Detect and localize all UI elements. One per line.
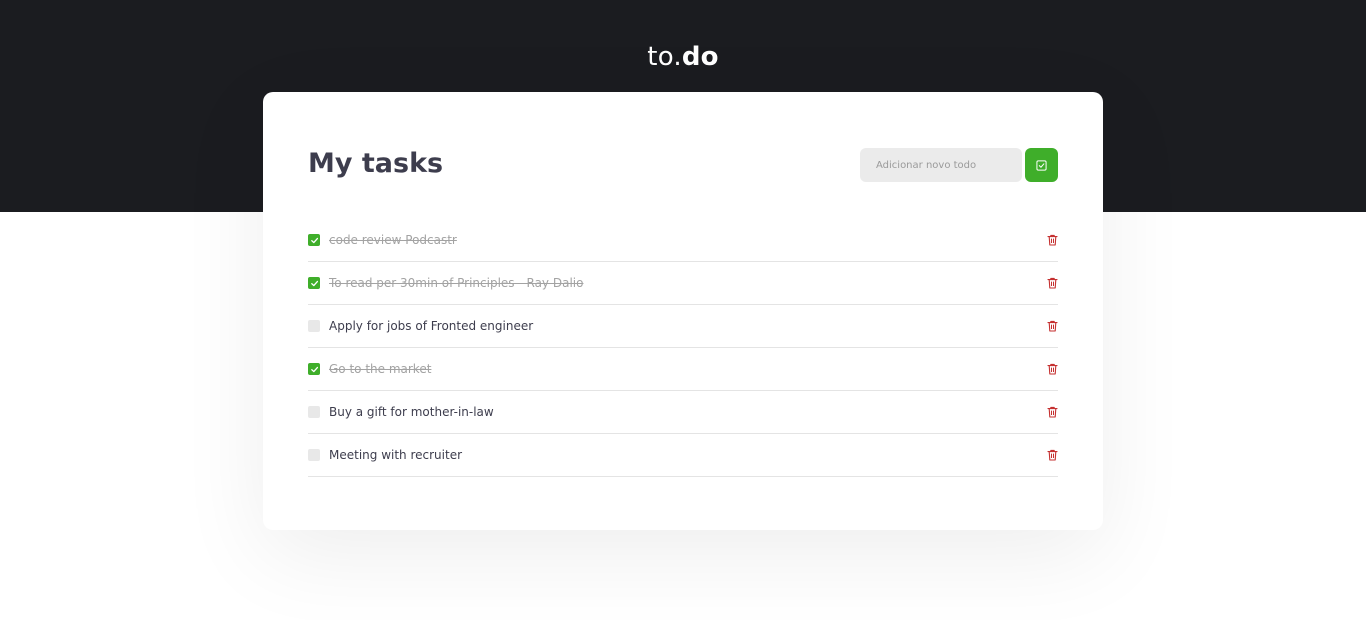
delete-task-button[interactable] bbox=[1046, 233, 1058, 247]
delete-task-button[interactable] bbox=[1046, 448, 1058, 462]
page-title: My tasks bbox=[308, 148, 444, 179]
task-row: Apply for jobs of Fronted engineer bbox=[308, 305, 1058, 348]
task-text: Meeting with recruiter bbox=[329, 448, 463, 462]
checkmark-icon bbox=[310, 280, 318, 286]
task-row: code review Podcastr bbox=[308, 219, 1058, 262]
trash-icon bbox=[1046, 320, 1058, 332]
logo-text-light: to. bbox=[647, 42, 682, 72]
task-list: code review Podcastr To read per 30min of… bbox=[308, 219, 1058, 477]
task-row: To read per 30min of Principles - Ray Da… bbox=[308, 262, 1058, 305]
trash-icon bbox=[1046, 277, 1058, 289]
task-checkbox[interactable] bbox=[308, 449, 320, 461]
add-todo-button[interactable] bbox=[1025, 148, 1058, 182]
checkmark-icon bbox=[310, 366, 318, 372]
task-text: code review Podcastr bbox=[329, 233, 457, 247]
app-logo: to.do bbox=[0, 42, 1366, 72]
delete-task-button[interactable] bbox=[1046, 276, 1058, 290]
task-checkbox[interactable] bbox=[308, 277, 320, 289]
logo-text-bold: do bbox=[681, 42, 719, 72]
trash-icon bbox=[1046, 449, 1058, 461]
check-square-icon bbox=[1036, 159, 1047, 171]
checkmark-icon bbox=[310, 237, 318, 243]
trash-icon bbox=[1046, 363, 1058, 375]
task-row: Buy a gift for mother-in-law bbox=[308, 391, 1058, 434]
task-row: Go to the market bbox=[308, 348, 1058, 391]
task-checkbox[interactable] bbox=[308, 320, 320, 332]
task-checkbox[interactable] bbox=[308, 234, 320, 246]
new-todo-input[interactable] bbox=[860, 148, 1022, 182]
delete-task-button[interactable] bbox=[1046, 362, 1058, 376]
task-checkbox[interactable] bbox=[308, 406, 320, 418]
trash-icon bbox=[1046, 406, 1058, 418]
task-checkbox[interactable] bbox=[308, 363, 320, 375]
trash-icon bbox=[1046, 234, 1058, 246]
task-text: Go to the market bbox=[329, 362, 432, 376]
task-text: Buy a gift for mother-in-law bbox=[329, 405, 494, 419]
task-row: Meeting with recruiter bbox=[308, 434, 1058, 477]
task-text: To read per 30min of Principles - Ray Da… bbox=[329, 276, 584, 290]
delete-task-button[interactable] bbox=[1046, 319, 1058, 333]
tasks-card: My tasks code review Podcastr To read per… bbox=[263, 92, 1103, 530]
delete-task-button[interactable] bbox=[1046, 405, 1058, 419]
task-text: Apply for jobs of Fronted engineer bbox=[329, 319, 534, 333]
